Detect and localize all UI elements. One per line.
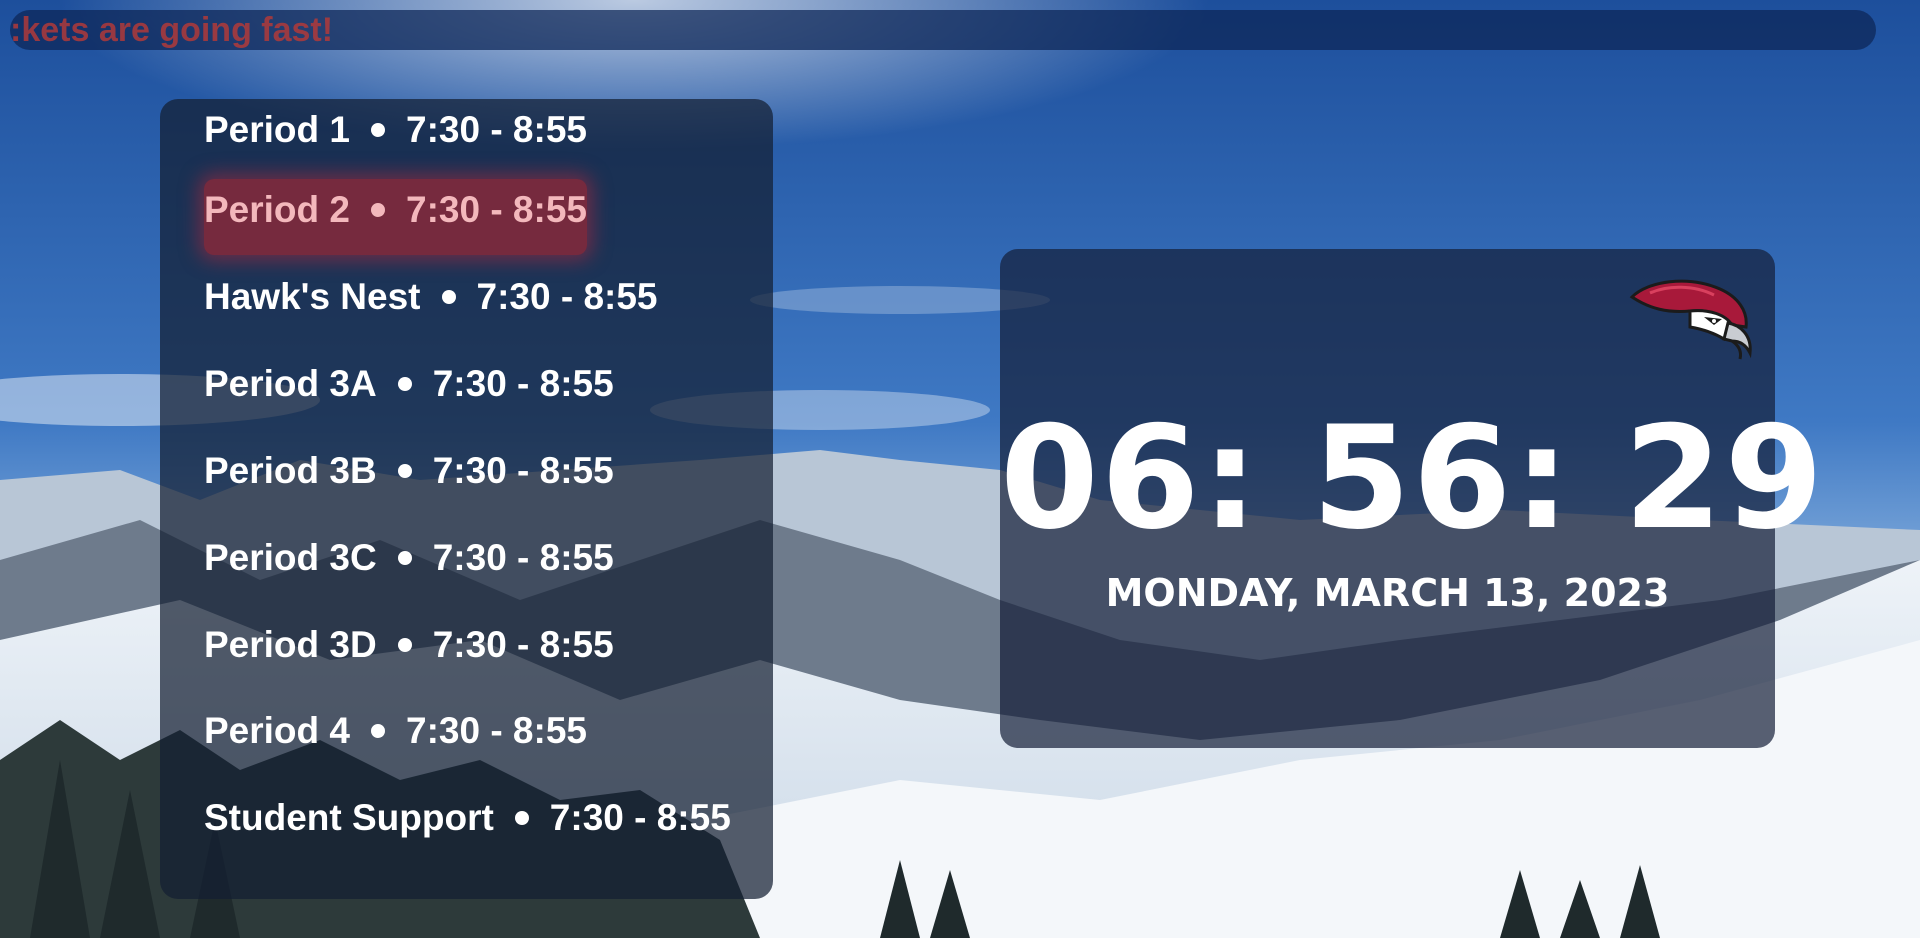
period-time: 7:30 - 8:55 [432,537,614,578]
bullet-dot-icon [371,724,385,738]
period-time: 7:30 - 8:55 [549,797,731,838]
period-time: 7:30 - 8:55 [406,109,587,150]
announcement-ticker: :kets are going fast! [10,10,1876,50]
period-time: 7:30 - 8:55 [432,363,614,404]
period-name: Period 3D [204,624,377,665]
period-time: 7:30 - 8:55 [406,710,587,751]
bullet-dot-icon [397,464,412,478]
period-name: Period 2 [204,189,350,230]
schedule-item: Period 3B 7:30 - 8:55 [204,440,614,500]
schedule-item: Period 3C 7:30 - 8:55 [204,527,614,587]
period-time: 7:30 - 8:55 [406,189,587,230]
clock-date: MONDAY, MARCH 13, 2023 [1105,571,1670,615]
bullet-dot-icon [397,638,412,652]
period-name: Period 3B [204,450,377,491]
bullet-dot-icon [397,377,412,391]
hawk-mascot-icon [1629,279,1752,360]
period-name: Period 1 [204,109,350,150]
ticker-text: :kets are going fast! [10,11,334,49]
schedule-item: Period 3A 7:30 - 8:55 [204,353,614,413]
period-name: Hawk's Nest [204,276,421,317]
bullet-dot-icon [371,203,385,217]
schedule-item-current: Period 2 7:30 - 8:55 [204,179,587,255]
clock-panel: 06: 56: 29 MONDAY, MARCH 13, 2023 [1000,249,1826,748]
schedule-item: Period 4 7:30 - 8:55 [204,700,587,760]
schedule-item: Student Support 7:30 - 8:55 [204,787,731,847]
bullet-dot-icon [371,123,385,137]
period-name: Period 3A [204,363,377,404]
period-time: 7:30 - 8:55 [432,450,614,491]
bullet-dot-icon [397,551,412,565]
bullet-dot-icon [514,811,529,825]
schedule-item: Hawk's Nest 7:30 - 8:55 [204,266,658,326]
clock-time: 06: 56: 29 [1000,396,1826,561]
bullet-dot-icon [441,290,456,304]
schedule-item: Period 3D 7:30 - 8:55 [204,614,614,674]
period-name: Period 4 [204,710,350,751]
period-name: Student Support [204,797,494,838]
period-time: 7:30 - 8:55 [432,624,614,665]
schedule-item: Period 1 7:30 - 8:55 [204,99,587,159]
bell-schedule-panel: Period 1 7:30 - 8:55 Period 2 7:30 - 8:5… [160,99,773,899]
period-time: 7:30 - 8:55 [476,276,658,317]
period-name: Period 3C [204,537,377,578]
